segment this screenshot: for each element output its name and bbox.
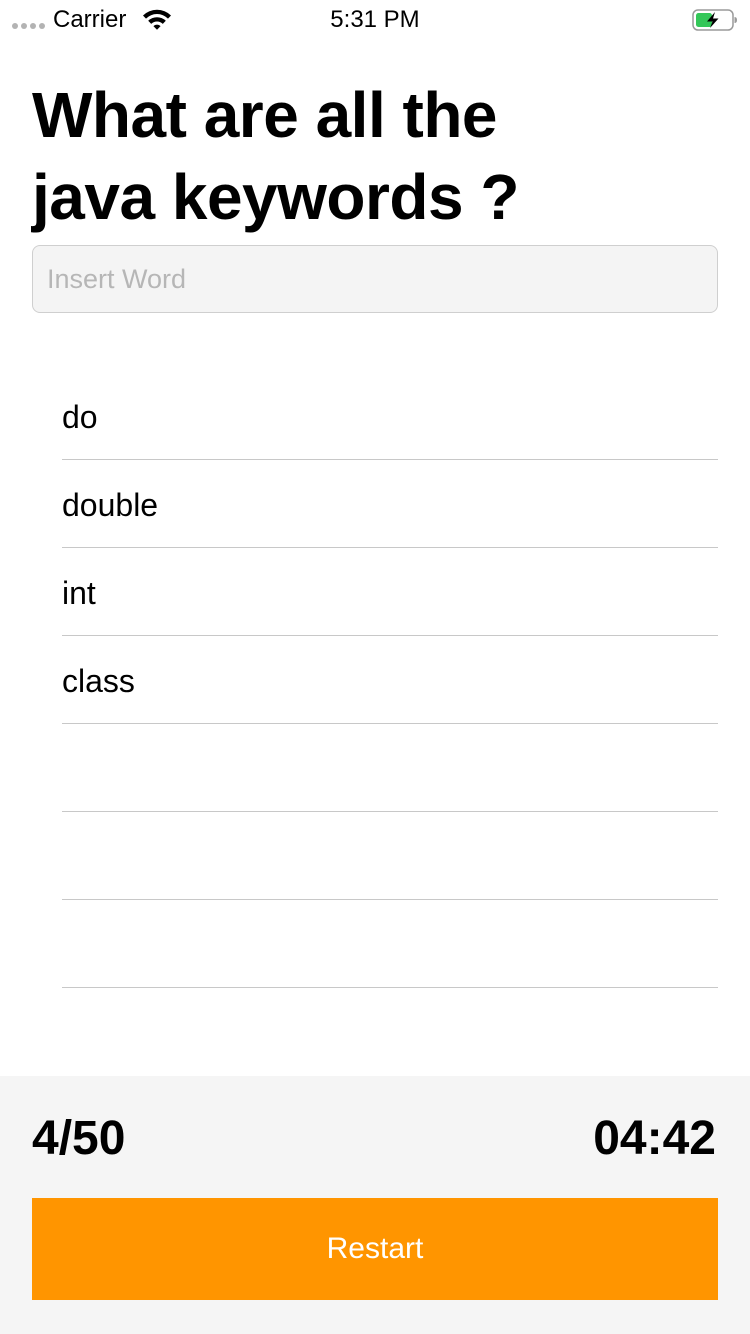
answer-word: do (62, 398, 98, 435)
list-item: class (62, 636, 718, 724)
list-item: double (62, 460, 718, 548)
status-bar: Carrier 5:31 PM (0, 0, 750, 40)
status-time: 5:31 PM (330, 6, 420, 33)
word-input[interactable] (32, 245, 718, 313)
restart-button[interactable]: Restart (32, 1198, 718, 1300)
list-item: int (62, 548, 718, 636)
quiz-screen: Carrier 5:31 PM What are all the java ke… (0, 0, 750, 1334)
question-title: What are all the java keywords ? (32, 79, 519, 233)
countdown-timer: 04:42 (593, 1112, 716, 1165)
score-counter: 4/50 (32, 1112, 126, 1165)
list-item (62, 812, 718, 900)
footer-panel: 4/50 04:42 Restart (0, 1076, 750, 1334)
list-item: do (62, 372, 718, 460)
answer-list: do double int class (62, 372, 718, 988)
battery-charging-icon (692, 9, 738, 36)
answer-word: int (62, 574, 96, 611)
list-item (62, 724, 718, 812)
answer-word: class (62, 662, 135, 699)
list-item (62, 900, 718, 988)
answer-word: double (62, 486, 159, 523)
